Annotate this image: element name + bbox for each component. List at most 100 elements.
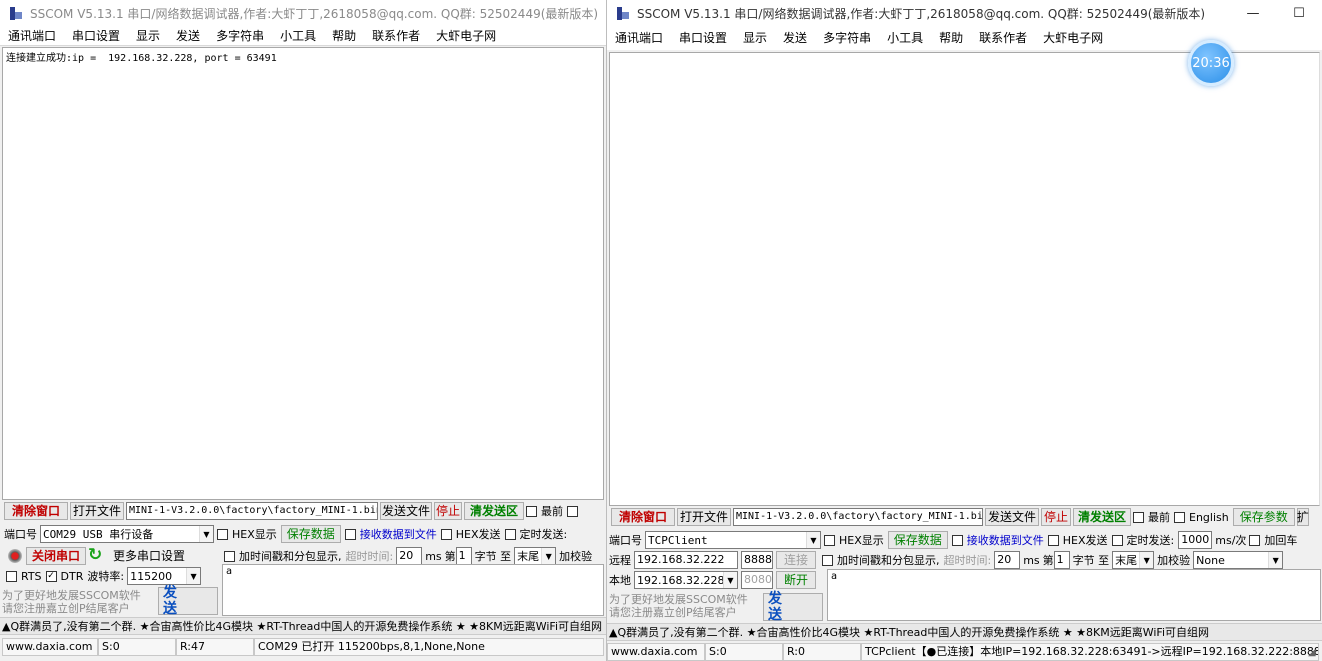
menu-display[interactable]: 显示 [735, 28, 775, 48]
disconnect-button[interactable]: 断开 [776, 571, 816, 589]
menu-daxia-site[interactable]: 大虾电子网 [428, 26, 504, 45]
menu-help[interactable]: 帮助 [324, 26, 364, 45]
open-file-button[interactable]: 打开文件 [70, 502, 124, 520]
site-link[interactable]: www.daxia.com [607, 643, 705, 661]
timeout-input[interactable]: 20 [396, 547, 423, 565]
nth-input[interactable]: 1 [455, 547, 472, 565]
ad-ticker[interactable]: ▲Q群满员了,没有第二个群. ★合宙高性价比4G模块 ★RT-Thread中国人… [607, 623, 1322, 641]
file-toolbar: 清除窗口 打开文件 MINI-1-V3.2.0.0\factory\factor… [4, 500, 606, 522]
stop-button[interactable]: 停止 [434, 502, 462, 520]
file-path-input[interactable]: MINI-1-V3.2.0.0\factory\factory_MINI-1.b… [126, 502, 378, 520]
save-params-button[interactable]: 保存参数 [1232, 508, 1295, 526]
port-select[interactable]: COM29 USB 串行设备 ▼ [40, 525, 214, 543]
sscom-app-icon [8, 5, 24, 21]
timeout-input[interactable]: 20 [994, 551, 1021, 569]
send-file-button[interactable]: 发送文件 [380, 502, 432, 520]
save-data-button[interactable]: 保存数据 [887, 531, 948, 549]
menu-multi-string[interactable]: 多字符串 [208, 26, 272, 45]
ad-ticker[interactable]: ▲Q群满员了,没有第二个群. ★合宙高性价比4G模块 ★RT-Thread中国人… [0, 617, 606, 635]
extend-button[interactable]: 扩 [1296, 508, 1309, 526]
remote-port-input[interactable]: 8888 [741, 551, 773, 569]
english-checkbox[interactable]: English [1174, 511, 1229, 524]
title-bar[interactable]: SSCOM V5.13.1 串口/网络数据调试器,作者:大虾丁丁,2618058… [607, 0, 1322, 26]
port-value: COM29 USB 串行设备 [43, 528, 154, 541]
close-port-button[interactable]: 关闭串口 [26, 547, 86, 565]
file-path-input[interactable]: MINI-1-V3.2.0.0\factory\factory_MINI-1.b… [733, 508, 983, 526]
menu-comm-port[interactable]: 通讯端口 [0, 26, 64, 45]
add-crlf-checkbox[interactable]: 加回车 [1249, 532, 1297, 548]
hex-send-checkbox[interactable]: HEX发送 [440, 526, 501, 542]
nth-input[interactable]: 1 [1053, 551, 1070, 569]
stop-button[interactable]: 停止 [1041, 508, 1071, 526]
clear-send-button[interactable]: 清发送区 [1073, 508, 1131, 526]
send-input[interactable]: a [222, 564, 604, 616]
timed-send-label: 定时发送: [1126, 534, 1175, 547]
timestamp-checkbox[interactable]: 加时间戳和分包显示, [224, 548, 342, 564]
timestamp-checkbox[interactable]: 加时间戳和分包显示, [822, 552, 940, 568]
recv-to-file-checkbox[interactable]: 接收数据到文件 [951, 532, 1044, 548]
top-most-checkbox[interactable]: 最前 [1133, 509, 1170, 525]
clear-window-button[interactable]: 清除窗口 [611, 508, 675, 526]
menu-daxia-site[interactable]: 大虾电子网 [1035, 28, 1111, 48]
checkbox-box [1174, 511, 1185, 523]
send-button[interactable]: 发 送 [158, 585, 218, 617]
floating-clock[interactable]: 20:36 [1188, 40, 1234, 86]
port-row: 端口号 TCPClient ▼ HEX显示 保存数据 接收数据到文件 HEX发送 … [609, 529, 1322, 551]
menu-contact[interactable]: 联系作者 [364, 26, 428, 45]
hex-send-checkbox[interactable]: HEX发送 [1047, 532, 1108, 548]
file-toolbar: 清除窗口 打开文件 MINI-1-V3.2.0.0\factory\factor… [611, 506, 1322, 528]
port-select[interactable]: TCPClient ▼ [645, 531, 821, 549]
send-input[interactable]: a [827, 569, 1321, 621]
connect-button[interactable]: 连接 [776, 551, 816, 569]
local-port-input[interactable]: 8080 [741, 571, 773, 589]
title-bar[interactable]: SSCOM V5.13.1 串口/网络数据调试器,作者:大虾丁丁,2618058… [0, 0, 606, 26]
minimize-icon[interactable]: — [1230, 0, 1276, 26]
clear-window-button[interactable]: 清除窗口 [4, 502, 68, 520]
menu-tools[interactable]: 小工具 [879, 28, 931, 48]
menu-display[interactable]: 显示 [128, 26, 168, 45]
resize-grip-icon[interactable]: ◢ [1308, 647, 1320, 659]
interval-input[interactable]: 1000 [1178, 531, 1213, 549]
local-ip-select[interactable]: 192.168.32.228 ▼ [634, 571, 738, 589]
clear-send-button[interactable]: 清发送区 [464, 502, 524, 520]
menu-send[interactable]: 发送 [168, 26, 208, 45]
save-data-button[interactable]: 保存数据 [280, 525, 341, 543]
menu-serial-settings[interactable]: 串口设置 [64, 26, 128, 45]
menu-comm-port[interactable]: 通讯端口 [607, 28, 671, 48]
port-label: 端口号 [4, 528, 37, 541]
top-most-checkbox[interactable]: 最前 [526, 503, 563, 519]
dtr-checkbox[interactable]: ✓ DTR [45, 570, 83, 583]
menu-multi-string[interactable]: 多字符串 [815, 28, 879, 48]
end-select[interactable]: 末尾 ▼ [1112, 551, 1155, 569]
recv-to-file-checkbox[interactable]: 接收数据到文件 [344, 526, 437, 542]
promo-text[interactable]: 为了更好地发展SSCOM软件 请您注册嘉立创P结尾客户 [609, 593, 748, 619]
open-file-button[interactable]: 打开文件 [677, 508, 731, 526]
remote-ip-input[interactable]: 192.168.32.222 [634, 551, 738, 569]
timed-send-checkbox[interactable]: 定时发送: [1111, 532, 1175, 548]
menu-serial-settings[interactable]: 串口设置 [671, 28, 735, 48]
timed-send-checkbox[interactable]: 定时发送: [504, 526, 567, 542]
end-select[interactable]: 末尾 ▼ [514, 547, 557, 565]
top-most-label: 最前 [541, 505, 563, 518]
receive-area[interactable]: 连接建立成功:ip = 192.168.32.228, port = 63491 [2, 47, 604, 500]
maximize-icon[interactable]: ☐ [1276, 0, 1322, 26]
checksum-select[interactable]: None ▼ [1193, 551, 1284, 569]
hex-display-checkbox[interactable]: HEX显示 [824, 532, 884, 548]
menu-send[interactable]: 发送 [775, 28, 815, 48]
refresh-icon[interactable] [88, 545, 104, 565]
menu-contact[interactable]: 联系作者 [971, 28, 1035, 48]
nth-label: 第 [1042, 554, 1054, 567]
rts-checkbox[interactable]: RTS [6, 570, 42, 583]
more-serial-settings-button[interactable]: 更多串口设置 [112, 547, 186, 565]
menu-help[interactable]: 帮助 [931, 28, 971, 48]
send-file-button[interactable]: 发送文件 [985, 508, 1039, 526]
site-link[interactable]: www.daxia.com [2, 638, 98, 656]
receive-area[interactable] [609, 52, 1320, 506]
menu-tools[interactable]: 小工具 [272, 26, 324, 45]
timestamp-label: 加时间戳和分包显示, [239, 550, 342, 563]
hex-display-checkbox[interactable]: HEX显示 [217, 526, 277, 542]
promo-text[interactable]: 为了更好地发展SSCOM软件 请您注册嘉立创P结尾客户 [2, 589, 141, 615]
extra-checkbox[interactable] [567, 505, 582, 517]
send-button[interactable]: 发 送 [763, 591, 823, 623]
baud-select[interactable]: 115200 ▼ [127, 567, 202, 585]
